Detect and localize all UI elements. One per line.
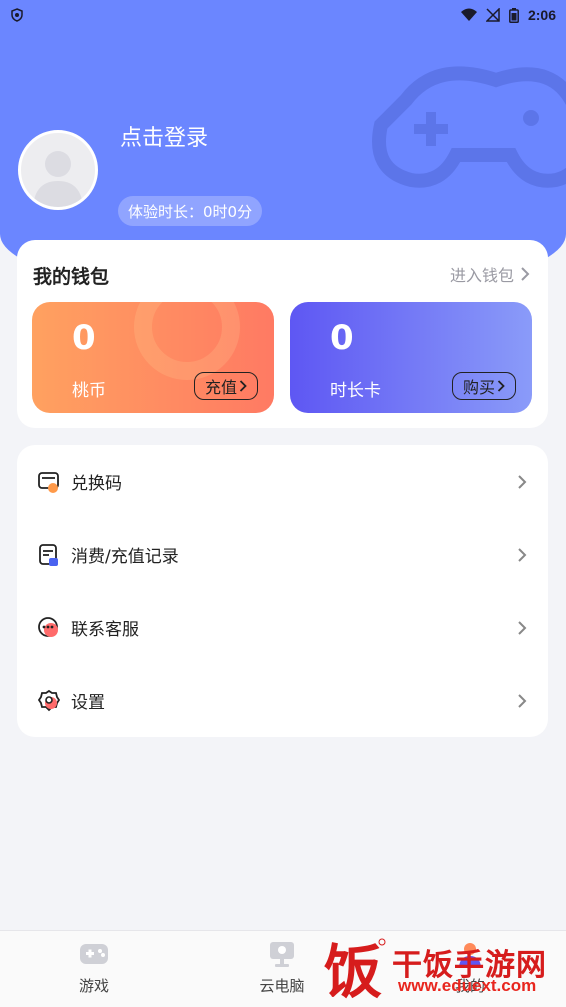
watermark-url: www.eduext.com xyxy=(398,976,537,995)
menu-item-label: 联系客服 xyxy=(71,620,139,640)
settings-icon xyxy=(37,689,61,711)
time-card[interactable]: 0 时长卡 购买 xyxy=(290,302,532,413)
shield-status-icon xyxy=(11,8,23,22)
menu-item-settings[interactable]: 设置 xyxy=(17,664,548,737)
nav-tab-cloud-pc[interactable]: 云电脑 xyxy=(232,939,332,1001)
recharge-button[interactable]: 充值 xyxy=(194,372,258,400)
wallet-title: 我的钱包 xyxy=(33,266,110,288)
battery-icon xyxy=(509,7,519,23)
menu-item-redeem-code[interactable]: 兑换码 xyxy=(17,445,548,518)
customer-service-icon xyxy=(38,616,58,637)
nav-tab-games[interactable]: 游戏 xyxy=(44,939,144,1001)
login-link[interactable]: 点击登录 xyxy=(120,120,208,152)
menu-item-label: 设置 xyxy=(71,693,105,713)
chevron-right-icon xyxy=(521,267,530,281)
site-watermark: 饭 干饭手游网 www.eduext.com xyxy=(318,934,558,1002)
coins-label: 桃币 xyxy=(72,381,106,401)
signal-off-icon xyxy=(485,8,500,22)
status-bar: 2:06 xyxy=(0,0,566,30)
records-icon xyxy=(39,543,58,566)
default-avatar-icon xyxy=(33,151,83,207)
chevron-right-icon xyxy=(497,380,505,392)
coin-decoration-icon xyxy=(134,302,240,380)
wallet-card: 我的钱包 进入钱包 0 桃币 充值 0 时长卡 购买 xyxy=(17,240,548,428)
time-card-value: 0 xyxy=(330,318,354,358)
menu-item-records[interactable]: 消费/充值记录 xyxy=(17,518,548,591)
chevron-right-icon xyxy=(518,547,527,562)
recharge-button-label: 充值 xyxy=(204,378,237,397)
menu-card: 兑换码 消费/充值记录 联系客服 设置 xyxy=(17,445,548,737)
redeem-code-icon xyxy=(38,471,59,493)
coins-value: 0 xyxy=(72,318,96,358)
enter-wallet-label: 进入钱包 xyxy=(449,266,514,285)
chevron-right-icon xyxy=(518,693,527,708)
menu-item-label: 兑换码 xyxy=(71,474,122,494)
chevron-right-icon xyxy=(518,474,527,489)
chevron-right-icon xyxy=(239,380,247,392)
trial-duration-badge: 体验时长：0时0分 xyxy=(118,196,263,226)
gamepad-decoration-icon xyxy=(372,66,566,188)
avatar[interactable] xyxy=(18,130,98,210)
watermark-logo-icon: 饭 xyxy=(324,938,386,1002)
wifi-icon xyxy=(460,8,477,21)
menu-item-customer-service[interactable]: 联系客服 xyxy=(17,591,548,664)
clock: 2:06 xyxy=(527,7,556,23)
nav-tab-label: 云电脑 xyxy=(259,977,305,995)
gamepad-icon xyxy=(80,944,108,964)
nav-tab-label: 游戏 xyxy=(78,977,109,995)
time-card-label: 时长卡 xyxy=(330,381,381,401)
chevron-right-icon xyxy=(518,620,527,635)
coins-card[interactable]: 0 桃币 充值 xyxy=(32,302,274,413)
menu-item-label: 消费/充值记录 xyxy=(71,547,179,567)
buy-button-label: 购买 xyxy=(462,378,495,397)
cloud-pc-icon xyxy=(270,942,294,967)
enter-wallet-link[interactable]: 进入钱包 xyxy=(450,262,530,286)
svg-text:饭: 饭 xyxy=(324,938,382,1002)
buy-button[interactable]: 购买 xyxy=(452,372,516,400)
